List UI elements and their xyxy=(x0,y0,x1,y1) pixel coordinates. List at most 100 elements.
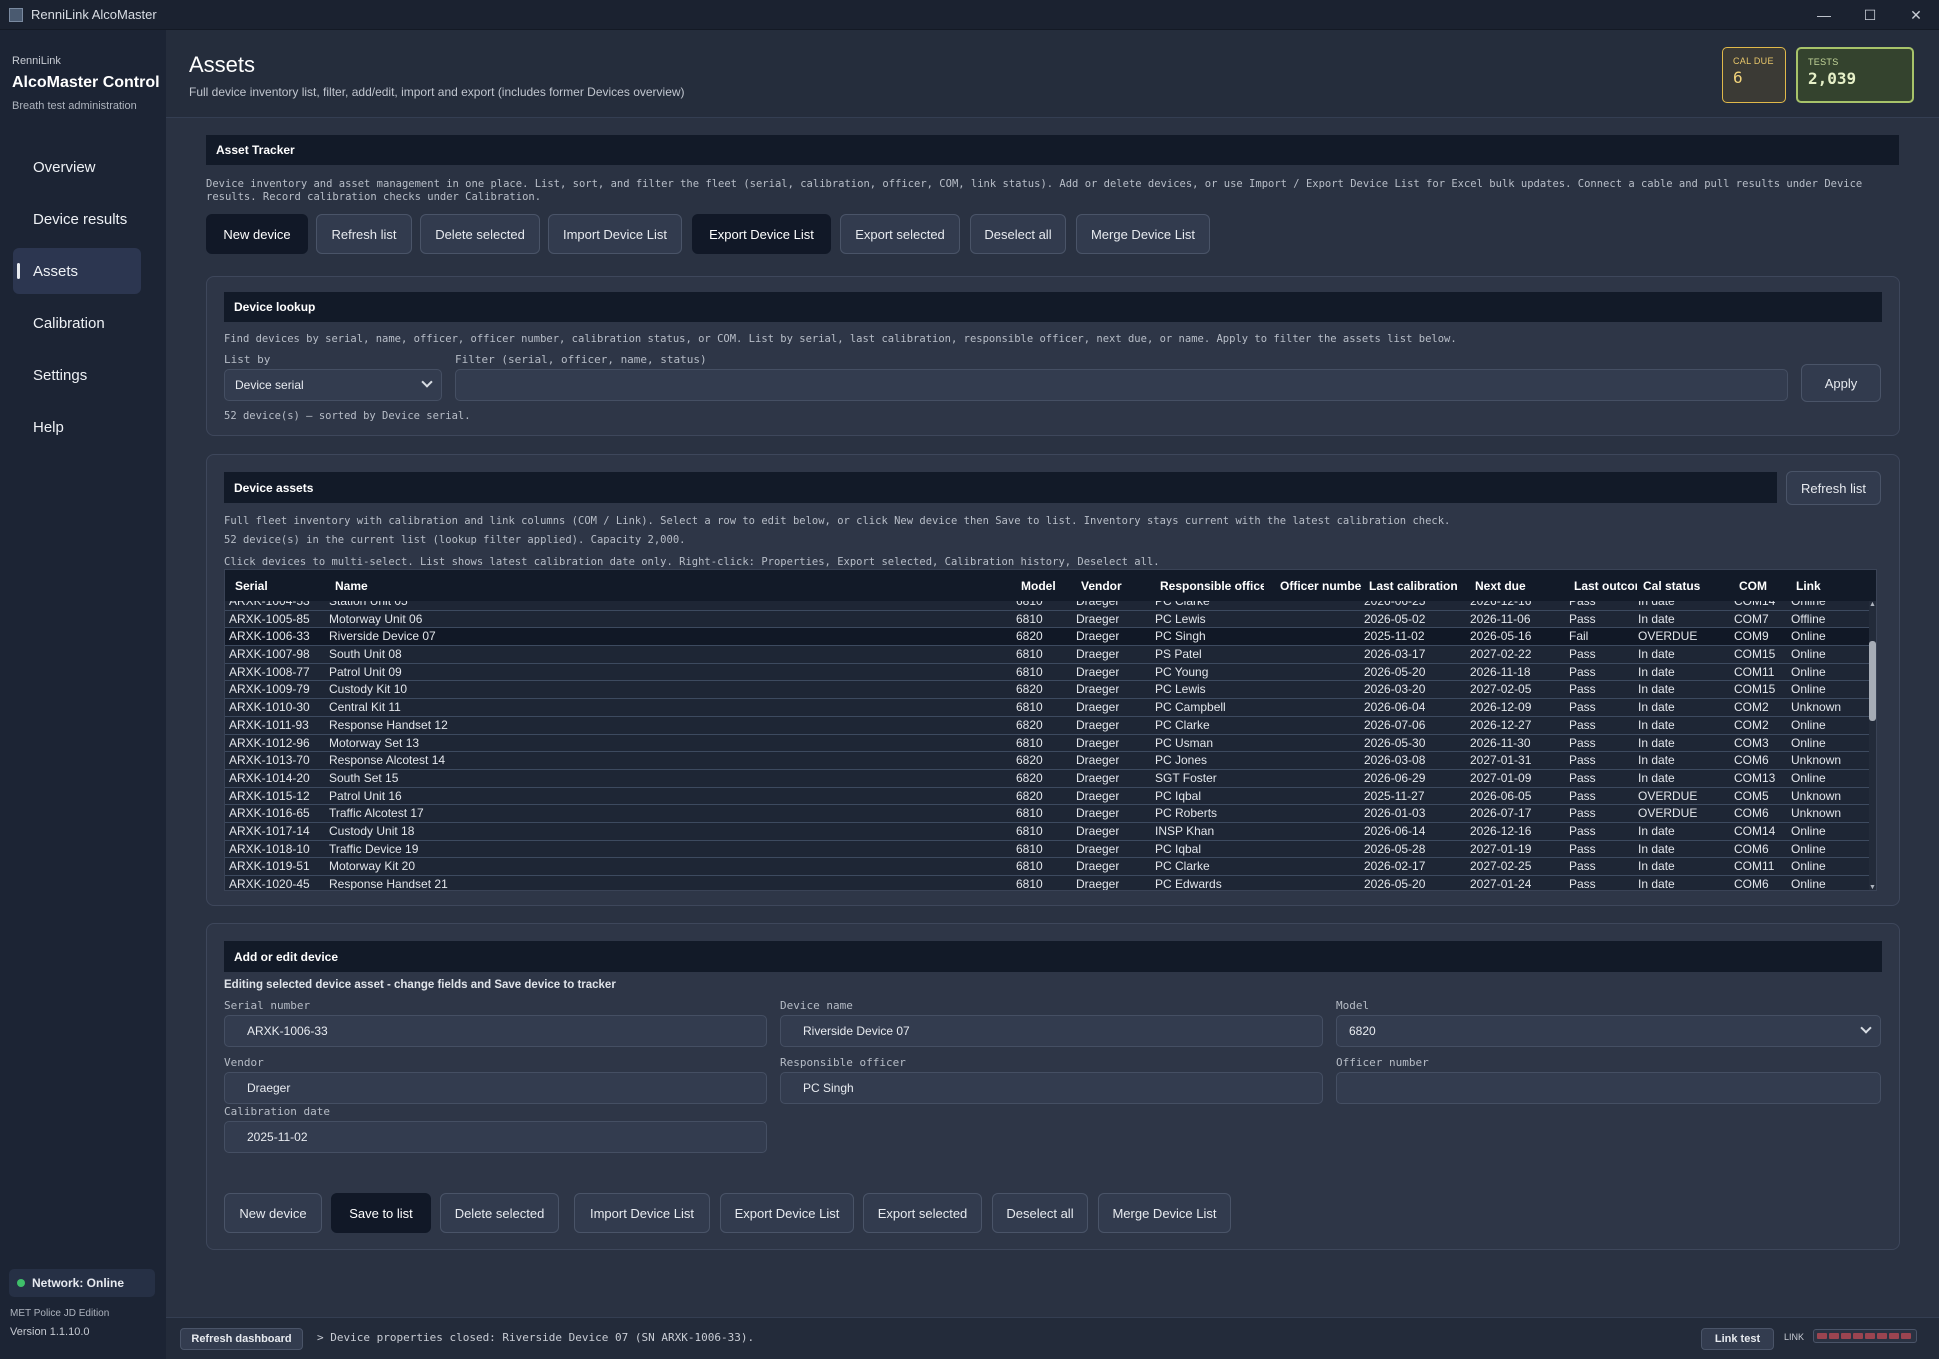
scroll-up-icon[interactable]: ▲ xyxy=(1869,601,1876,608)
table-row[interactable]: ARXK-1013-70 Response Alcotest 14 6820 Drae… xyxy=(225,752,1871,770)
cell-model: 6810 xyxy=(1016,859,1043,874)
table-row[interactable]: ARXK-1020-45 Response Handset 21 6810 Draeg… xyxy=(225,876,1871,891)
export-selected-button[interactable]: Export selected xyxy=(840,214,960,254)
sidebar-item-help[interactable]: Help xyxy=(13,404,141,450)
status-message: > Device properties closed: Riverside De… xyxy=(317,1331,755,1344)
sidebar-item-assets[interactable]: Assets xyxy=(13,248,141,294)
sidebar-item-overview[interactable]: Overview xyxy=(13,144,141,190)
cell-responsible-officer: PS Patel xyxy=(1155,647,1202,662)
column-header-vendor[interactable]: Vendor xyxy=(1081,570,1141,601)
link-test-button[interactable]: Link test xyxy=(1701,1328,1774,1350)
editor-export-selected-button[interactable]: Export selected xyxy=(863,1193,982,1233)
vendor-field[interactable]: Draeger xyxy=(224,1072,767,1104)
table-row[interactable]: ARXK-1016-65 Traffic Alcotest 17 6810 Draeg… xyxy=(225,805,1871,823)
cell-serial: ARXK-1020-45 xyxy=(229,877,310,891)
delete-selected-button[interactable]: Delete selected xyxy=(420,214,540,254)
minimize-icon[interactable]: — xyxy=(1801,0,1847,30)
table-row[interactable]: ARXK-1011-93 Response Handset 12 6820 Draeg… xyxy=(225,717,1871,735)
column-header-name[interactable]: Name xyxy=(335,570,535,601)
merge-device-list-button[interactable]: Merge Device List xyxy=(1076,214,1210,254)
column-header-last-outcome[interactable]: Last outcor xyxy=(1574,570,1637,601)
cell-serial: ARXK-1008-77 xyxy=(229,664,310,679)
table-row[interactable]: ARXK-1004-53 Station Unit 05 6810 Draeger PC… xyxy=(225,601,1871,611)
table-row[interactable]: ARXK-1012-96 Motorway Set 13 6810 Draeger PC… xyxy=(225,735,1871,753)
table-row[interactable]: ARXK-1018-10 Traffic Device 19 6810 Draeger… xyxy=(225,841,1871,859)
cell-link: Online xyxy=(1791,877,1826,891)
cell-responsible-officer: PC Clarke xyxy=(1155,859,1210,874)
table-body: ARXK-1004-53 Station Unit 05 6810 Draeger PC… xyxy=(225,601,1871,891)
cell-vendor: Draeger xyxy=(1076,823,1120,838)
tests-value: 2,039 xyxy=(1808,69,1857,88)
column-header-next-due[interactable]: Next due xyxy=(1475,570,1545,601)
editor-merge-device-list-button[interactable]: Merge Device List xyxy=(1098,1193,1231,1233)
sidebar-item-calibration[interactable]: Calibration xyxy=(13,300,141,346)
column-header-serial[interactable]: Serial xyxy=(235,570,305,601)
table-row[interactable]: ARXK-1008-77 Patrol Unit 09 6810 Draeger PC … xyxy=(225,664,1871,682)
scrollbar-thumb[interactable] xyxy=(1869,641,1876,721)
editor-deselect-all-button[interactable]: Deselect all xyxy=(992,1193,1088,1233)
page-title: Assets xyxy=(189,52,256,77)
responsible-officer-field[interactable]: PC Singh xyxy=(780,1072,1323,1104)
cell-vendor: Draeger xyxy=(1076,770,1120,785)
editor-delete-selected-button[interactable]: Delete selected xyxy=(440,1193,559,1233)
table-row[interactable]: ARXK-1006-33 Riverside Device 07 6820 Draeg… xyxy=(225,628,1871,647)
export-device-list-button[interactable]: Export Device List xyxy=(692,214,831,254)
table-scrollbar[interactable]: ▲ ▼ xyxy=(1869,601,1876,890)
cell-com: COM14 xyxy=(1734,601,1776,608)
status-dot-icon xyxy=(17,1279,25,1287)
column-header-responsible-officer[interactable]: Responsible office xyxy=(1160,570,1264,601)
column-header-cal-status[interactable]: Cal status xyxy=(1643,570,1713,601)
table-row[interactable]: ARXK-1005-85 Motorway Unit 06 6810 Draeger P… xyxy=(225,611,1871,629)
table-row[interactable]: ARXK-1009-79 Custody Kit 10 6820 Draeger PC … xyxy=(225,681,1871,700)
refresh-dashboard-button[interactable]: Refresh dashboard xyxy=(180,1328,303,1350)
column-header-last-calibration[interactable]: Last calibration xyxy=(1369,570,1469,601)
serial-number-field[interactable]: ARXK-1006-33 xyxy=(224,1015,767,1047)
apply-button[interactable]: Apply xyxy=(1801,364,1881,402)
table-row[interactable]: ARXK-1010-30 Central Kit 11 6810 Draeger PC … xyxy=(225,699,1871,717)
calibration-date-field[interactable]: 2025-11-02 xyxy=(224,1121,767,1153)
editor-new-device-button[interactable]: New device xyxy=(224,1193,322,1233)
cell-cal-status: In date xyxy=(1638,770,1675,785)
import-device-list-button[interactable]: Import Device List xyxy=(548,214,682,254)
cell-responsible-officer: PC Iqbal xyxy=(1155,841,1202,856)
table-row[interactable]: ARXK-1019-51 Motorway Kit 20 6810 Draeger PC… xyxy=(225,858,1871,876)
device-name-field[interactable]: Riverside Device 07 xyxy=(780,1015,1323,1047)
officer-number-field[interactable] xyxy=(1336,1072,1881,1104)
table-row[interactable]: ARXK-1017-14 Custody Unit 18 6810 Draeger IN… xyxy=(225,823,1871,841)
assets-refresh-button[interactable]: Refresh list xyxy=(1786,471,1881,505)
filter-input[interactable] xyxy=(455,369,1788,401)
cal-due-value: 6 xyxy=(1733,68,1743,87)
cell-link: Online xyxy=(1791,664,1826,679)
new-device-button[interactable]: New device xyxy=(206,214,308,254)
cell-serial: ARXK-1007-98 xyxy=(229,647,310,662)
cell-last-calibration: 2026-03-17 xyxy=(1364,647,1426,662)
editor-export-device-list-button[interactable]: Export Device List xyxy=(720,1193,854,1233)
editor-import-device-list-button[interactable]: Import Device List xyxy=(574,1193,710,1233)
model-select[interactable]: 6820 xyxy=(1336,1015,1881,1047)
list-by-select[interactable]: Device serial xyxy=(224,369,442,401)
table-row[interactable]: ARXK-1007-98 South Unit 08 6810 Draeger PS P… xyxy=(225,646,1871,664)
save-to-list-button[interactable]: Save to list xyxy=(331,1193,431,1233)
cell-name: Patrol Unit 09 xyxy=(329,664,402,679)
column-header-model[interactable]: Model xyxy=(1021,570,1071,601)
cell-last-calibration: 2026-06-14 xyxy=(1364,823,1426,838)
cal-due-badge: CAL DUE 6 xyxy=(1722,47,1786,103)
cell-next-due: 2026-05-16 xyxy=(1470,629,1532,644)
table-row[interactable]: ARXK-1015-12 Patrol Unit 16 6820 Draeger PC … xyxy=(225,788,1871,806)
scroll-down-icon[interactable]: ▼ xyxy=(1869,884,1876,890)
close-icon[interactable]: ✕ xyxy=(1893,0,1939,30)
column-header-link[interactable]: Link xyxy=(1796,570,1836,601)
column-header-com[interactable]: COM xyxy=(1739,570,1779,601)
cell-com: COM14 xyxy=(1734,823,1776,838)
deselect-all-button[interactable]: Deselect all xyxy=(970,214,1066,254)
window-title: RenniLink AlcoMaster xyxy=(31,7,157,22)
cell-last-calibration: 2026-01-03 xyxy=(1364,806,1426,821)
edition-label: MET Police JD Edition xyxy=(10,1308,110,1319)
sidebar-item-settings[interactable]: Settings xyxy=(13,352,141,398)
maximize-icon[interactable]: ☐ xyxy=(1847,0,1893,30)
cell-vendor: Draeger xyxy=(1076,841,1120,856)
column-header-officer-number[interactable]: Officer numbe xyxy=(1280,570,1362,601)
refresh-list-button[interactable]: Refresh list xyxy=(316,214,412,254)
table-row[interactable]: ARXK-1014-20 South Set 15 6820 Draeger SGT F… xyxy=(225,770,1871,788)
sidebar-item-device-results[interactable]: Device results xyxy=(13,196,141,242)
